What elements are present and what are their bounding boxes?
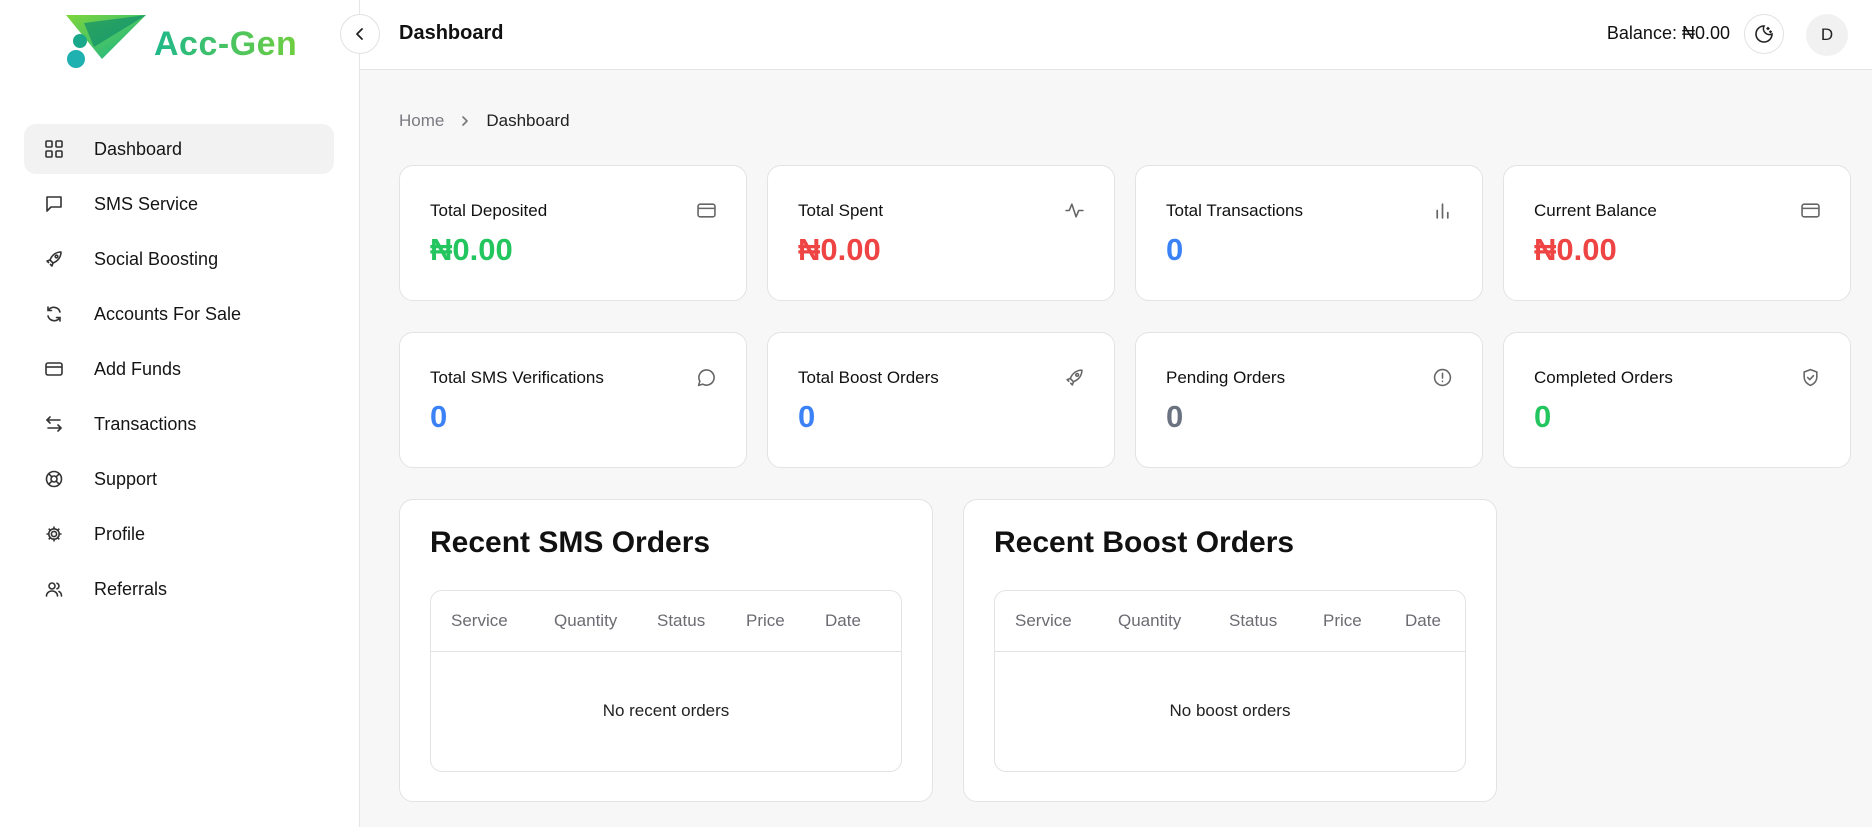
- sidebar: Acc-Gen Dashboard SMS Service Social Boo…: [0, 0, 360, 827]
- table-header: Service Quantity Status Price Date: [995, 591, 1465, 652]
- stat-title: Pending Orders: [1166, 368, 1286, 387]
- column-header-quantity: Quantity: [1118, 611, 1182, 630]
- sidebar-item-label: Referrals: [94, 578, 168, 599]
- rocket-icon: [1064, 367, 1084, 387]
- page-title: Dashboard: [399, 22, 504, 44]
- credit-card-icon: [44, 359, 64, 379]
- column-header-status: Status: [1229, 611, 1278, 630]
- sidebar-nav: Dashboard SMS Service Social Boosting Ac…: [24, 124, 334, 619]
- sidebar-item-accounts-for-sale[interactable]: Accounts For Sale: [24, 289, 334, 339]
- stat-value: 0: [1166, 232, 1184, 267]
- sidebar-item-referrals[interactable]: Referrals: [24, 564, 334, 614]
- sidebar-item-label: Add Funds: [94, 358, 182, 379]
- sidebar-item-label: Support: [94, 468, 158, 489]
- breadcrumb-home-link[interactable]: Home: [399, 111, 444, 131]
- stat-card-pending-orders: Pending Orders 0: [1135, 332, 1483, 468]
- stat-value: ₦0.00: [430, 232, 513, 267]
- stat-card-total-boost-orders: Total Boost Orders 0: [767, 332, 1115, 468]
- stat-title: Total Transactions: [1166, 201, 1304, 220]
- stat-title: Current Balance: [1534, 201, 1657, 220]
- credit-card-icon: [1800, 200, 1820, 220]
- sidebar-item-profile[interactable]: Profile: [24, 509, 334, 559]
- sms-orders-table: Service Quantity Status Price Date No re…: [430, 590, 902, 772]
- stat-card-total-sms-verifications: Total SMS Verifications 0: [399, 332, 747, 468]
- rocket-icon: [44, 249, 64, 269]
- arrows-left-right-icon: [44, 414, 64, 434]
- top-header: Dashboard Balance: ₦0.00 D: [340, 0, 1872, 70]
- column-header-service: Service: [1015, 611, 1072, 630]
- activity-icon: [1064, 200, 1084, 220]
- sidebar-item-label: Social Boosting: [94, 248, 219, 269]
- stat-card-current-balance: Current Balance ₦0.00: [1503, 165, 1851, 301]
- stat-card-total-deposited: Total Deposited ₦0.00: [399, 165, 747, 301]
- empty-state-text: No recent orders: [602, 701, 730, 720]
- balance-display: Balance: ₦0.00: [1606, 23, 1730, 43]
- column-header-price: Price: [1323, 611, 1362, 630]
- grid-icon: [44, 139, 64, 159]
- stat-value: 0: [1534, 399, 1552, 434]
- column-header-service: Service: [451, 611, 508, 630]
- column-header-quantity: Quantity: [554, 611, 618, 630]
- users-icon: [44, 579, 64, 599]
- sidebar-item-label: SMS Service: [94, 193, 199, 214]
- stat-title: Total Boost Orders: [798, 368, 939, 387]
- stat-title: Total Deposited: [430, 201, 548, 220]
- refresh-icon: [44, 304, 64, 324]
- stat-title: Completed Orders: [1534, 368, 1673, 387]
- column-header-status: Status: [657, 611, 706, 630]
- sidebar-item-label: Transactions: [94, 413, 197, 434]
- brand-name: Acc-Gen: [154, 24, 298, 63]
- moon-icon: [1755, 25, 1773, 43]
- sidebar-item-support[interactable]: Support: [24, 454, 334, 504]
- stat-title: Total Spent: [798, 201, 884, 220]
- column-header-date: Date: [825, 611, 861, 630]
- sidebar-item-dashboard[interactable]: Dashboard: [24, 124, 334, 174]
- column-header-date: Date: [1405, 611, 1441, 630]
- alert-circle-icon: [1432, 367, 1452, 387]
- table-header: Service Quantity Status Price Date: [431, 591, 901, 652]
- stat-card-completed-orders: Completed Orders 0: [1503, 332, 1851, 468]
- shield-check-icon: [1800, 367, 1820, 387]
- sidebar-item-sms-service[interactable]: SMS Service: [24, 179, 334, 229]
- stat-card-total-transactions: Total Transactions 0: [1135, 165, 1483, 301]
- gear-icon: [44, 524, 64, 544]
- theme-toggle-button[interactable]: [1744, 14, 1784, 54]
- panel-title: Recent SMS Orders: [430, 526, 711, 559]
- stat-value: ₦0.00: [1534, 232, 1617, 267]
- collapse-sidebar-button[interactable]: [340, 14, 380, 54]
- chevron-left-icon: [356, 28, 363, 40]
- stat-value: 0: [1166, 399, 1184, 434]
- panel-title: Recent Boost Orders: [994, 526, 1295, 559]
- stat-value: ₦0.00: [798, 232, 881, 267]
- user-avatar[interactable]: D: [1806, 14, 1848, 56]
- credit-card-icon: [696, 200, 716, 220]
- column-header-price: Price: [746, 611, 785, 630]
- stat-title: Total SMS Verifications: [430, 368, 604, 387]
- paper-plane-logo-icon: [66, 15, 146, 68]
- recent-sms-orders-panel: Recent SMS Orders Service Quantity Statu…: [399, 499, 933, 802]
- stat-card-total-spent: Total Spent ₦0.00: [767, 165, 1115, 301]
- sidebar-item-label: Profile: [94, 523, 146, 544]
- sidebar-item-transactions[interactable]: Transactions: [24, 399, 334, 449]
- chevron-right-icon: [460, 115, 470, 127]
- bar-chart-icon: [1432, 200, 1452, 220]
- message-icon: [696, 367, 716, 387]
- recent-boost-orders-panel: Recent Boost Orders Service Quantity Sta…: [963, 499, 1497, 802]
- sidebar-item-label: Accounts For Sale: [94, 303, 242, 324]
- stat-value: 0: [798, 399, 816, 434]
- breadcrumb: Home Dashboard: [399, 111, 570, 131]
- boost-orders-table: Service Quantity Status Price Date No bo…: [994, 590, 1466, 772]
- message-icon: [44, 194, 64, 214]
- sidebar-item-add-funds[interactable]: Add Funds: [24, 344, 334, 394]
- brand-logo[interactable]: Acc-Gen: [64, 12, 297, 76]
- sidebar-item-label: Dashboard: [94, 138, 183, 159]
- life-buoy-icon: [44, 469, 64, 489]
- breadcrumb-current: Dashboard: [486, 111, 570, 130]
- stat-value: 0: [430, 399, 448, 434]
- empty-state-text: No boost orders: [1169, 701, 1291, 720]
- sidebar-item-social-boosting[interactable]: Social Boosting: [24, 234, 334, 284]
